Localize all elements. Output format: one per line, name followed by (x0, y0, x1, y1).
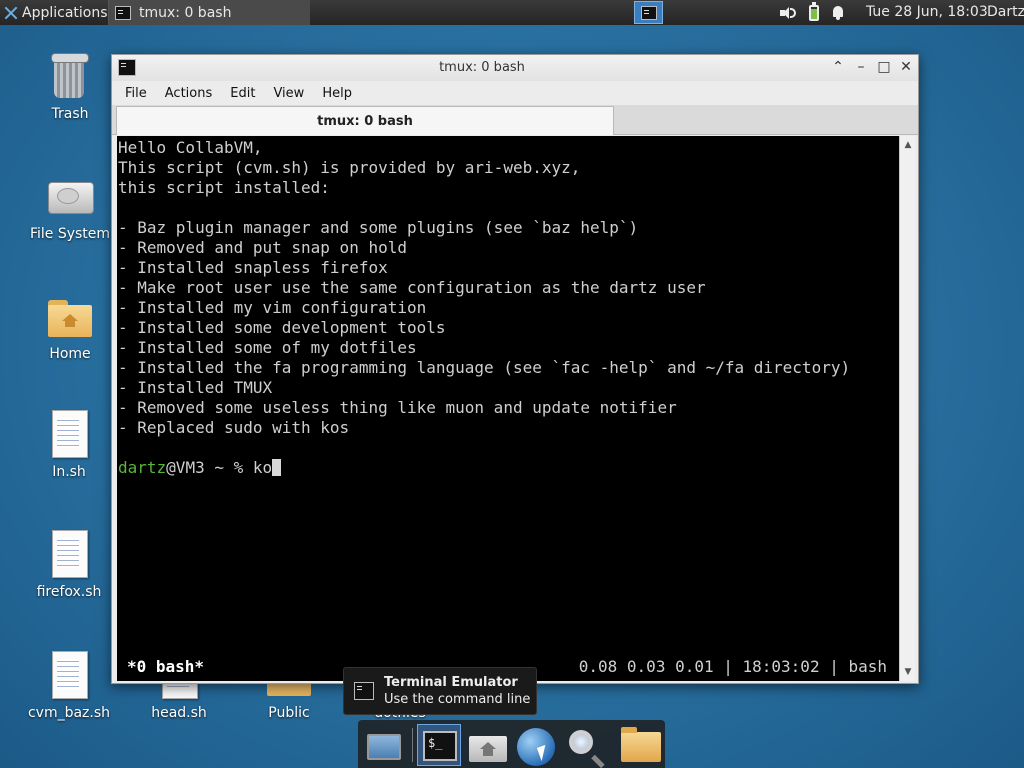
terminal-line: - Make root user use the same configurat… (118, 278, 706, 297)
terminal-line: - Removed and put snap on hold (118, 238, 407, 257)
applications-menu-button[interactable]: Applications (0, 0, 112, 25)
dock-web-browser[interactable] (513, 724, 557, 766)
close-icon[interactable]: ✕ (898, 59, 914, 75)
desktop-icon-label: firefox.sh (36, 584, 102, 600)
desktop-icon-cvm-baz-sh[interactable]: cvm_baz.sh (19, 651, 119, 721)
terminal-line: This script (cvm.sh) is provided by ari-… (118, 158, 581, 177)
applications-label: Applications (22, 4, 108, 21)
desktop-icon-label: Public (268, 705, 310, 721)
drive-icon (46, 172, 94, 220)
desktop-icon-file-system[interactable]: File System (20, 172, 120, 242)
scrollbar[interactable]: ▲ ▼ (899, 136, 915, 681)
script-file-icon (45, 410, 93, 458)
menu-actions[interactable]: Actions (156, 86, 222, 101)
text-cursor (272, 459, 282, 476)
menu-view[interactable]: View (264, 86, 313, 101)
web-browser-icon (517, 728, 555, 766)
terminal-line: - Installed TMUX (118, 378, 273, 397)
speaker-icon[interactable] (780, 6, 796, 20)
dock-tooltip: Terminal Emulator Use the command line (343, 667, 537, 715)
terminal-line: - Installed some development tools (118, 318, 446, 337)
scroll-up-icon[interactable]: ▲ (902, 139, 914, 151)
terminal-line: Hello CollabVM, (118, 138, 263, 157)
desktop-icon-label: File System (29, 226, 111, 242)
app-finder-icon (569, 730, 593, 754)
terminal-icon: $_ (423, 731, 457, 761)
bell-icon[interactable] (832, 5, 844, 20)
top-panel: Applications tmux: 0 bash Tue 28 Jun, 18… (0, 0, 1024, 25)
home-folder-icon (46, 292, 94, 340)
terminal-line: - Installed snapless firefox (118, 258, 388, 277)
desktop-icon-label: cvm_baz.sh (27, 705, 111, 721)
taskbar-window-button[interactable]: tmux: 0 bash (108, 0, 310, 25)
script-file-icon (45, 530, 93, 578)
prompt-host: @VM3 ~ % (166, 458, 253, 477)
terminal-window[interactable]: tmux: 0 bash ⌃ – □ ✕ File Actions Edit V… (111, 54, 919, 684)
menu-edit[interactable]: Edit (221, 86, 264, 101)
desktop-icon-label: In.sh (52, 464, 86, 480)
terminal-line: - Replaced sudo with kos (118, 418, 350, 437)
terminal-line: - Removed some useless thing like muon a… (118, 398, 677, 417)
desktop-icon-trash[interactable]: Trash (20, 52, 120, 122)
maximize-icon[interactable]: □ (876, 59, 892, 75)
terminal-output[interactable]: Hello CollabVM, This script (cvm.sh) is … (117, 136, 899, 681)
scroll-down-icon[interactable]: ▼ (902, 666, 914, 678)
xfce-logo-icon (4, 6, 18, 20)
tab-tmux-bash[interactable]: tmux: 0 bash (116, 106, 614, 135)
terminal-line: - Installed my vim configuration (118, 298, 427, 317)
window-title: tmux: 0 bash (439, 60, 525, 75)
desktop-icon-label: Trash (51, 106, 89, 122)
tooltip-subtitle: Use the command line (384, 692, 531, 707)
prompt-user: dartz (118, 458, 167, 477)
clock[interactable]: Tue 28 Jun, 18:03 (866, 4, 988, 20)
dock-file-manager[interactable] (617, 724, 661, 766)
desktop-icon-label: Home (49, 346, 91, 362)
script-file-icon (45, 651, 93, 699)
tmux-load-status: 0.08 0.03 0.01 | 18:03:02 | bash (578, 657, 887, 676)
trash-icon (46, 52, 94, 100)
tmux-window-status[interactable]: *0 bash* (127, 657, 204, 677)
desktop-icon-label: head.sh (151, 705, 207, 721)
system-tray (780, 0, 844, 25)
workspace-switcher-button[interactable] (634, 1, 663, 24)
menu-file[interactable]: File (116, 86, 156, 101)
dock-show-desktop[interactable] (362, 724, 406, 766)
battery-icon[interactable] (809, 1, 819, 21)
dock-separator (412, 728, 413, 762)
terminal-line: - Installed some of my dotfiles (118, 338, 417, 357)
dock-app-finder[interactable] (563, 724, 607, 766)
terminal-icon (115, 5, 131, 20)
terminal-icon (354, 682, 374, 700)
user-menu[interactable]: Dartz (987, 4, 1024, 20)
home-folder-icon (469, 736, 507, 762)
minimize-icon[interactable]: – (853, 59, 869, 75)
menu-bar: File Actions Edit View Help (112, 81, 918, 105)
folder-icon (621, 727, 661, 762)
show-desktop-icon (367, 734, 401, 760)
terminal-line: this script installed: (118, 178, 330, 197)
title-bar[interactable]: tmux: 0 bash ⌃ – □ ✕ (112, 55, 918, 81)
desktop-icon-firefox-sh[interactable]: firefox.sh (19, 530, 119, 600)
terminal-icon (640, 5, 657, 20)
dock-home[interactable] (465, 724, 509, 766)
terminal-line: - Installed the fa programming language … (118, 358, 851, 377)
desktop-icon-home[interactable]: Home (20, 292, 120, 362)
tooltip-title: Terminal Emulator (384, 675, 518, 690)
menu-help[interactable]: Help (313, 86, 361, 101)
taskbar-window-title: tmux: 0 bash (139, 4, 232, 21)
dock: $_ (358, 720, 665, 768)
chevron-up-icon[interactable]: ⌃ (830, 59, 846, 75)
tab-strip: tmux: 0 bash (112, 105, 918, 135)
shell-prompt[interactable]: dartz@VM3 ~ % ko (118, 458, 282, 478)
desktop-icon-in-sh[interactable]: In.sh (19, 410, 119, 480)
terminal-line: - Baz plugin manager and some plugins (s… (118, 218, 639, 237)
dock-terminal[interactable]: $_ (417, 724, 461, 766)
command-input[interactable]: ko (253, 458, 272, 477)
